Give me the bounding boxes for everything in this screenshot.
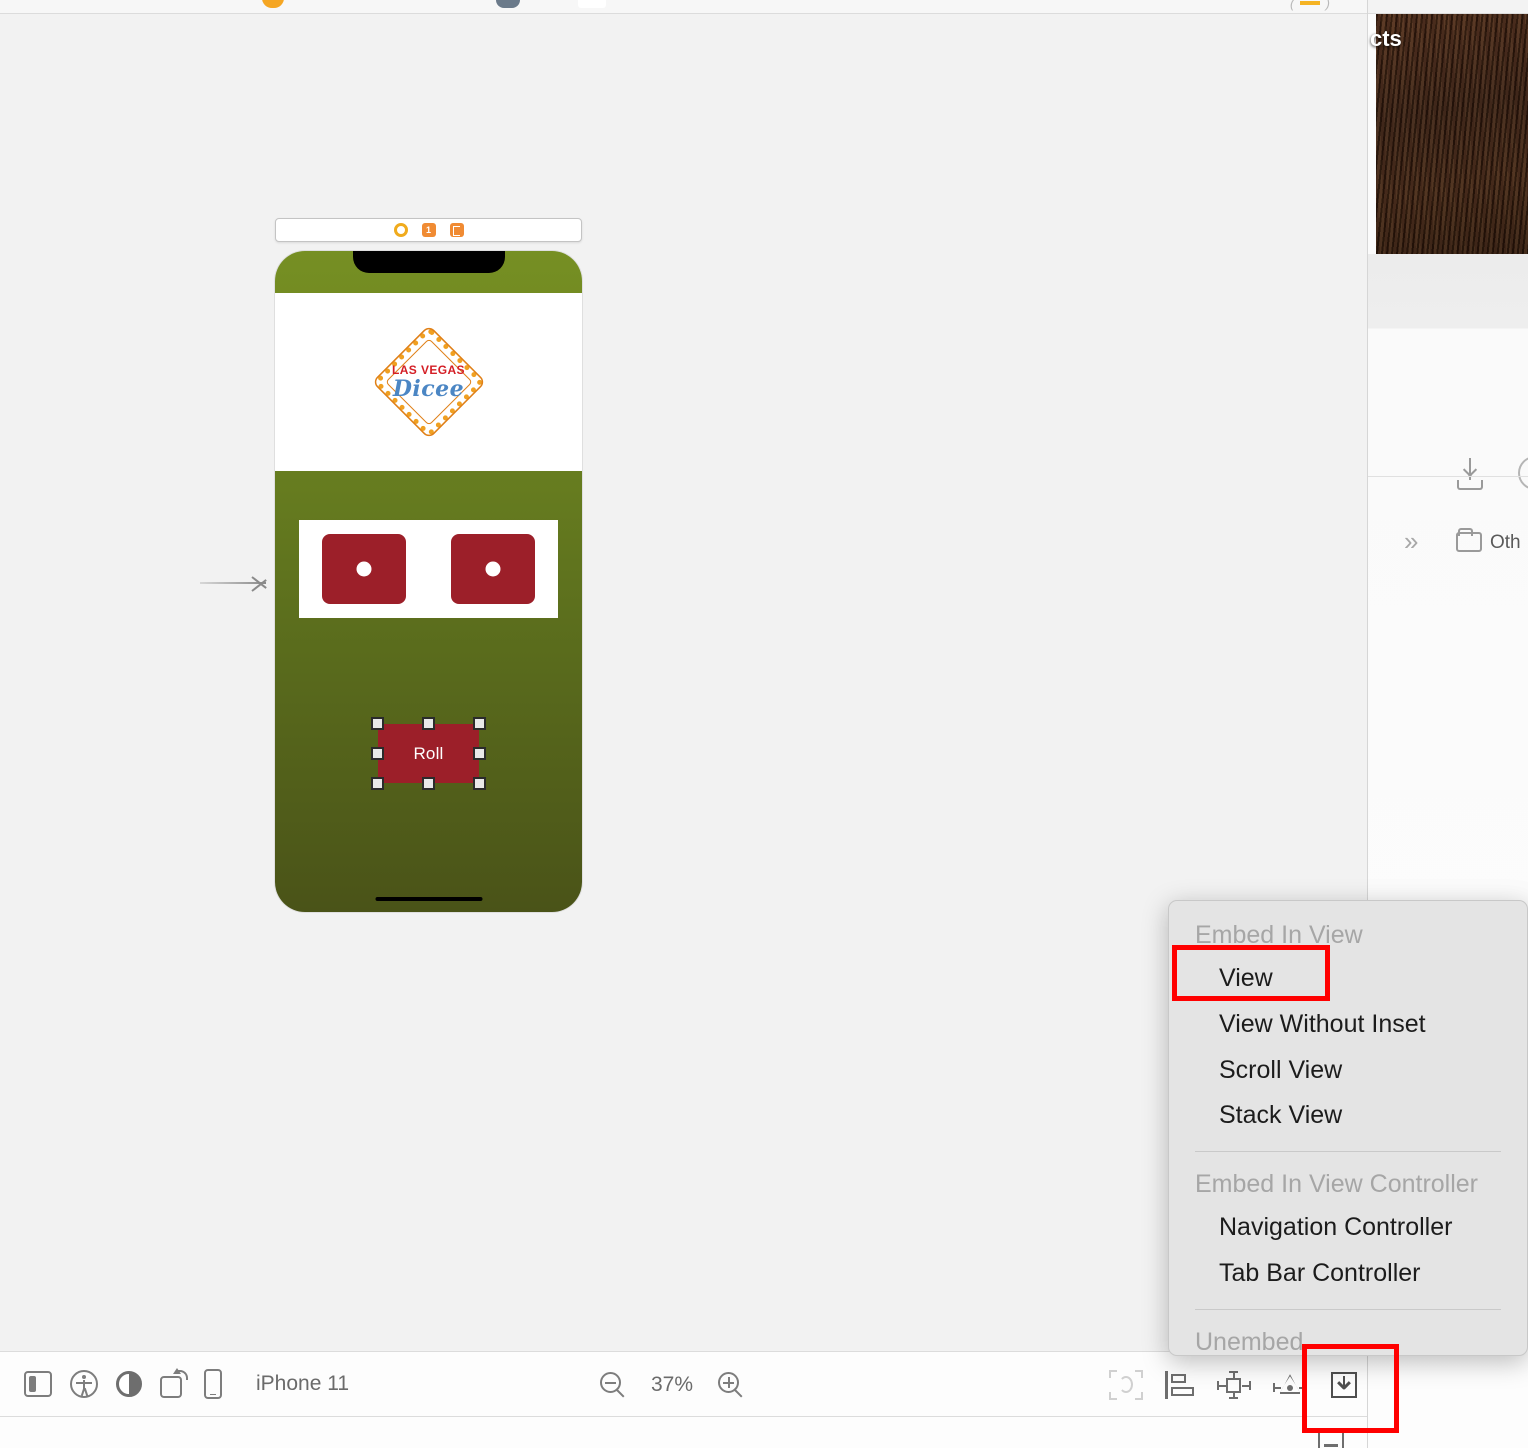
- resolve-auto-layout-issues-icon[interactable]: [1109, 1370, 1143, 1400]
- resize-handle-middle-left[interactable]: [371, 747, 384, 760]
- storyboard-entry-point-arrow-icon: [200, 573, 278, 593]
- update-frames-icon[interactable]: [1273, 1372, 1307, 1398]
- menu-item-view-without-inset[interactable]: View Without Inset: [1169, 1002, 1527, 1048]
- divider: [1368, 476, 1528, 477]
- add-new-constraints-icon[interactable]: [1217, 1371, 1251, 1399]
- las-vegas-dicee-logo-icon: LAS VEGAS Dicee: [354, 326, 504, 438]
- menu-header-unembed: Unembed: [1195, 1327, 1304, 1356]
- scene-dock[interactable]: 1: [275, 218, 582, 242]
- resize-handle-bottom-left[interactable]: [371, 777, 384, 790]
- menu-item-navigation-controller[interactable]: Navigation Controller: [1169, 1205, 1527, 1251]
- resize-handle-top-center[interactable]: [422, 717, 435, 730]
- interface-builder-canvas[interactable]: 1 LAS VEGAS Dicee Roll: [0, 14, 1367, 1351]
- appearance-contrast-icon[interactable]: [116, 1371, 142, 1397]
- toolbar-field-glyph[interactable]: [578, 0, 606, 8]
- roll-button[interactable]: Roll: [378, 724, 479, 783]
- folder-icon[interactable]: [1456, 528, 1482, 552]
- resize-handle-bottom-center[interactable]: [422, 777, 435, 790]
- first-responder-icon[interactable]: 1: [421, 223, 436, 237]
- auto-layout-controls: [1109, 1352, 1359, 1418]
- folder-label: Oth: [1490, 532, 1521, 553]
- background-window-titlebar[interactable]: [1368, 0, 1528, 14]
- zoom-out-icon[interactable]: [600, 1372, 626, 1398]
- circle-icon[interactable]: [1518, 456, 1528, 490]
- device-preview[interactable]: LAS VEGAS Dicee Roll: [275, 251, 582, 912]
- menu-item-view[interactable]: View: [1169, 956, 1527, 1002]
- menu-item-stack-view[interactable]: Stack View: [1169, 1093, 1527, 1139]
- resize-handle-middle-right[interactable]: [473, 747, 486, 760]
- rotate-device-icon[interactable]: [160, 1368, 188, 1398]
- dice-two[interactable]: [451, 534, 536, 604]
- device-variant-icon[interactable]: [204, 1369, 222, 1399]
- align-icon[interactable]: [1165, 1371, 1195, 1399]
- device-name-label[interactable]: iPhone 11: [256, 1372, 349, 1396]
- zoom-in-icon[interactable]: [718, 1372, 744, 1398]
- exit-icon[interactable]: [449, 223, 464, 237]
- sidebar-toggle-icon[interactable]: [24, 1371, 52, 1397]
- view-controller-icon[interactable]: [393, 223, 408, 237]
- menu-separator: [1195, 1308, 1501, 1310]
- dice-one[interactable]: [321, 534, 406, 604]
- home-indicator: [375, 897, 482, 901]
- toolbar-underlay: [0, 1417, 1367, 1448]
- background-window-title: cts: [1370, 26, 1402, 51]
- toolbar-left-group: iPhone 11: [0, 1368, 349, 1399]
- roll-button-selection[interactable]: Roll: [371, 717, 486, 790]
- menu-item-scroll-view[interactable]: Scroll View: [1169, 1048, 1527, 1094]
- download-icon[interactable]: [1453, 458, 1487, 496]
- menu-header-embed-in-view: Embed In View: [1195, 921, 1363, 949]
- background-toolbar-row: » Oth: [1368, 354, 1528, 554]
- logo-line-1: LAS VEGAS: [392, 363, 465, 377]
- logo-line-2: Dicee: [392, 376, 465, 402]
- toolbar-right-glyph[interactable]: (): [1290, 0, 1330, 11]
- run-button-glyph[interactable]: [262, 0, 284, 8]
- xcode-toolbar-strip: (): [0, 0, 1528, 14]
- dice-pip: [485, 561, 501, 577]
- zoom-controls: 37%: [600, 1352, 744, 1418]
- accessibility-icon[interactable]: [70, 1370, 98, 1398]
- stop-button-glyph[interactable]: [496, 0, 520, 8]
- roll-button-label: Roll: [413, 743, 444, 763]
- menu-header-embed-in-view-controller: Embed In View Controller: [1195, 1170, 1479, 1198]
- notch: [352, 251, 505, 273]
- menu-item-tab-bar-controller[interactable]: Tab Bar Controller: [1169, 1251, 1527, 1297]
- resize-handle-bottom-right[interactable]: [473, 777, 486, 790]
- resize-handle-top-left[interactable]: [371, 717, 384, 730]
- embed-in-secondary-icon[interactable]: [1316, 1428, 1346, 1448]
- dice-stack-view[interactable]: [299, 520, 558, 618]
- dice-pip: [356, 561, 372, 577]
- embed-in-context-menu[interactable]: Embed In View View View Without Inset Sc…: [1168, 900, 1528, 1356]
- canvas-bottom-toolbar[interactable]: iPhone 11 37%: [0, 1351, 1367, 1417]
- menu-separator: [1195, 1151, 1501, 1152]
- embed-in-icon[interactable]: [1329, 1371, 1359, 1399]
- logo-image-view[interactable]: LAS VEGAS Dicee: [275, 293, 582, 471]
- resize-handle-top-right[interactable]: [473, 717, 486, 730]
- zoom-level-label[interactable]: 37%: [644, 1373, 700, 1397]
- chevrons-right-icon[interactable]: »: [1404, 528, 1419, 554]
